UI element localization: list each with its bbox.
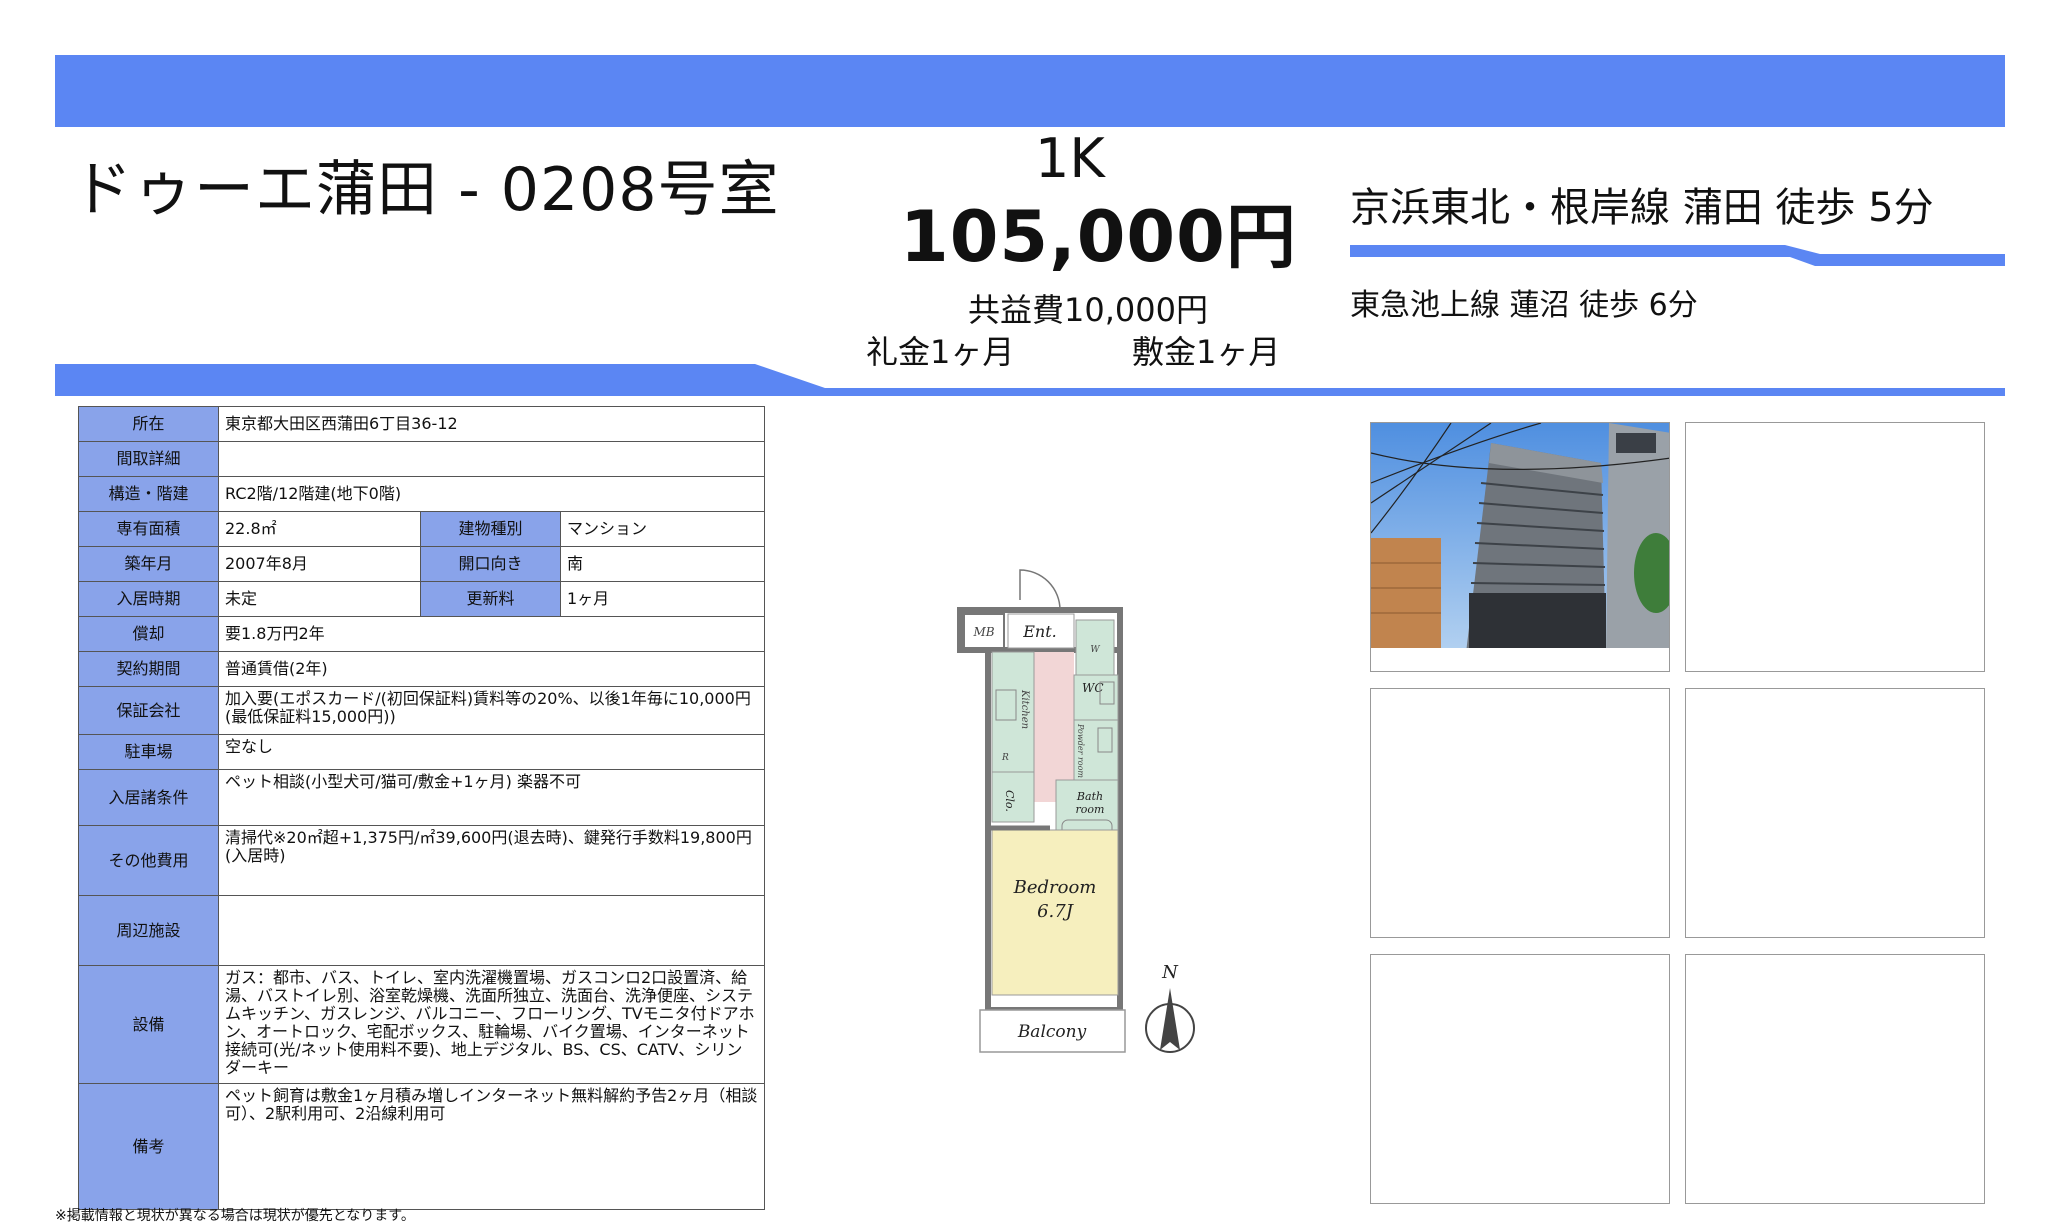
label-bedroom: Bedroom <box>1013 877 1097 898</box>
header-divider-band <box>55 364 2005 396</box>
value-other-costs: 清掃代※20㎡超+1,375円/㎡39,600円(退去時)、鍵発行手数料19,8… <box>217 825 766 896</box>
label-r: R <box>1001 753 1009 763</box>
label-bath: Bath <box>1076 790 1103 803</box>
value-location: 東京都大田区西蒲田6丁目36-12 <box>217 406 766 442</box>
label-parking: 駐車場 <box>78 734 219 770</box>
value-parking: 空なし <box>217 734 766 770</box>
property-photo-slot-4[interactable] <box>1685 688 1985 938</box>
top-accent-bar <box>55 55 2005 127</box>
value-deduction: 要1.8万円2年 <box>217 616 766 652</box>
label-building-type: 建物種別 <box>420 511 561 547</box>
label-mb: MB <box>972 625 994 639</box>
value-guarantor: 加入要(エポスカード/(初回保証料)賃料等の20%、以後1年毎に10,000円(… <box>217 686 766 735</box>
label-renewal-fee: 更新料 <box>420 581 561 617</box>
rent-price: 105,000円 <box>900 196 1297 278</box>
compass-north-label: N <box>1161 962 1179 983</box>
label-nearby: 周辺施設 <box>78 895 219 966</box>
label-bedroom-size: 6.7J <box>1037 901 1075 922</box>
label-powder-room: Powder room <box>1076 723 1085 778</box>
value-building-type: マンション <box>559 511 766 547</box>
label-contract: 契約期間 <box>78 651 219 687</box>
value-built: 2007年8月 <box>218 546 421 582</box>
value-contract: 普通賃借(2年) <box>217 651 766 687</box>
label-built: 築年月 <box>78 546 219 582</box>
label-w: W <box>1090 645 1100 655</box>
property-details-table: 所在 東京都大田区西蒲田6丁目36-12 間取詳細 構造・階建 RC2階/12階… <box>78 406 766 1210</box>
station-underline <box>1350 242 2005 266</box>
value-equipment: ガス：都市、バス、トイレ、室内洗濯機置場、ガスコンロ2口設置済、給湯、バストイレ… <box>217 965 766 1084</box>
station-primary: 京浜東北・根岸線 蒲田 徒歩 5分 <box>1350 185 1934 231</box>
management-fee: 共益費10,000円 <box>968 291 1208 329</box>
property-photo-slot-6[interactable] <box>1685 954 1985 1204</box>
property-photo-slot-5[interactable] <box>1370 954 1670 1204</box>
label-bath-room: room <box>1076 803 1105 816</box>
value-structure: RC2階/12階建(地下0階) <box>217 476 766 512</box>
label-entrance: Ent. <box>1022 622 1057 641</box>
floor-plan: MB Ent. W WC Kitchen R Powder room Bath … <box>957 569 1195 1053</box>
label-kitchen: Kitchen <box>1019 689 1030 729</box>
label-equipment: 設備 <box>78 965 219 1084</box>
label-deduction: 償却 <box>78 616 219 652</box>
label-move-in: 入居時期 <box>78 581 219 617</box>
property-photo-slot-2[interactable] <box>1685 422 1985 672</box>
value-orientation: 南 <box>559 546 766 582</box>
label-conditions: 入居諸条件 <box>78 769 219 826</box>
label-location: 所在 <box>78 406 219 442</box>
label-closet: Clo. <box>1003 790 1016 812</box>
disclaimer-footnote: ※掲載情報と現状が異なる場合は現状が優先となります。 <box>55 1208 415 1224</box>
station-secondary: 東急池上線 蓮沼 徒歩 6分 <box>1350 288 1698 323</box>
value-conditions: ペット相談(小型犬可/猫可/敷金+1ヶ月) 楽器不可 <box>217 769 766 826</box>
value-layout-detail <box>217 441 766 477</box>
label-remarks: 備考 <box>78 1083 219 1210</box>
value-renewal-fee: 1ヶ月 <box>559 581 766 617</box>
value-remarks: ペット飼育は敷金1ヶ月積み増しインターネット無料解約予告2ヶ月（相談可）、2駅利… <box>217 1083 766 1210</box>
value-area: 22.8㎡ <box>218 511 421 547</box>
label-area: 専有面積 <box>78 511 219 547</box>
label-guarantor: 保証会社 <box>78 686 219 735</box>
label-structure: 構造・階建 <box>78 476 219 512</box>
label-balcony: Balcony <box>1017 1022 1087 1042</box>
value-nearby <box>217 895 766 966</box>
label-other-costs: その他費用 <box>78 825 219 896</box>
layout-type: 1K <box>1035 127 1105 190</box>
property-photo-building[interactable] <box>1370 422 1670 672</box>
property-title: ドゥーエ蒲田 - 0208号室 <box>72 155 780 225</box>
property-photo-slot-3[interactable] <box>1370 688 1670 938</box>
building-photo-image <box>1371 423 1669 671</box>
value-move-in: 未定 <box>218 581 421 617</box>
label-layout-detail: 間取詳細 <box>78 441 219 477</box>
label-orientation: 開口向き <box>420 546 561 582</box>
